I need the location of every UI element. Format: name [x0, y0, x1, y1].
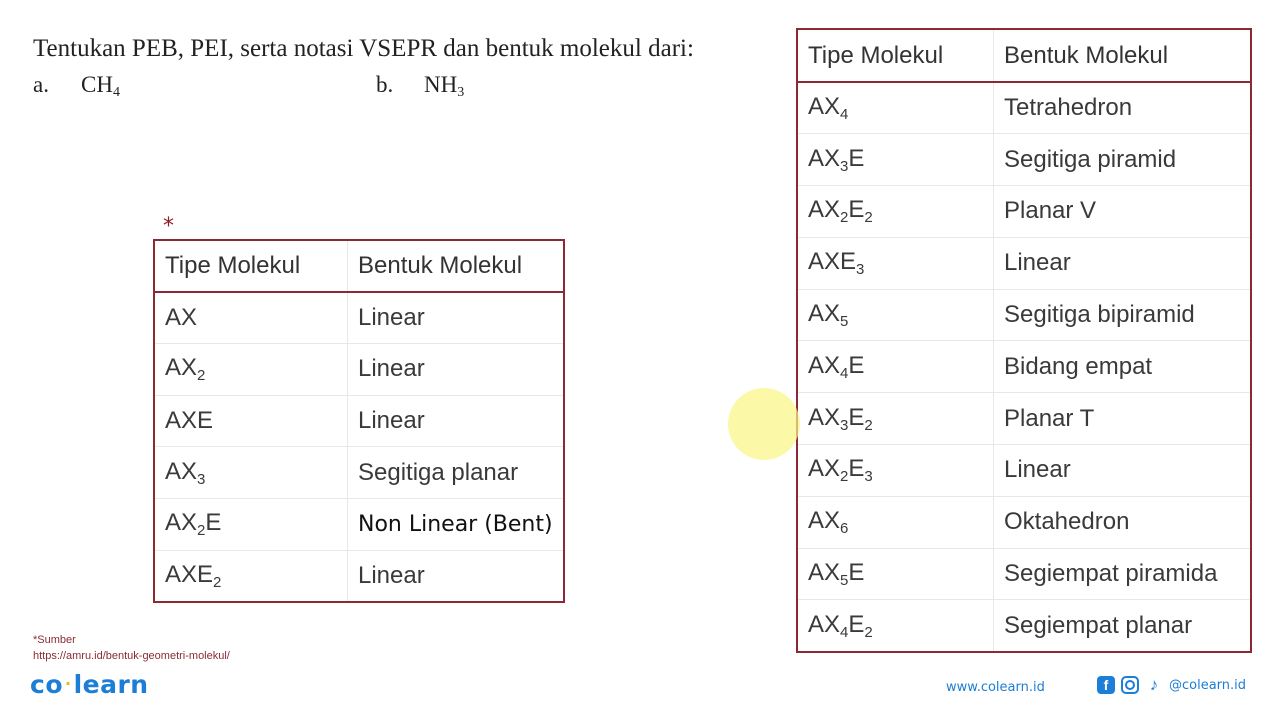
molecule-type-cell: AX2E3 [796, 444, 994, 497]
tiktok-icon[interactable]: ♪ [1145, 675, 1163, 694]
cursor-highlight [728, 388, 800, 460]
option-b-formula: NH [424, 72, 458, 97]
table-row: AX5 Segitiga bipiramid [796, 288, 1252, 342]
logo-part-co: co [30, 670, 63, 699]
molecule-shape-cell: Segitiga bipiramid [993, 288, 1252, 342]
table-row: AX3E2 Planar T [796, 392, 1252, 446]
table-row: AX2 Linear [153, 342, 565, 396]
molecule-type-cell: AX4 [796, 81, 994, 135]
website-link[interactable]: www.colearn.id [946, 680, 1045, 695]
molecule-type-cell: AX4E [796, 340, 994, 394]
molecule-shape-cell: Linear [993, 444, 1252, 497]
molecule-shape-cell: Tetrahedron [993, 81, 1252, 135]
option-b-label: b. [376, 72, 394, 97]
table-header-row: Tipe Molekul Bentuk Molekul [153, 239, 565, 293]
molecule-type-cell: AXE2 [153, 549, 348, 603]
source-url[interactable]: https://amru.id/bentuk-geometri-molekul/ [33, 648, 230, 664]
source-asterisk: * [163, 214, 174, 239]
table-row: AXE Linear [153, 394, 565, 448]
table-row: AX2E2 Planar V [796, 185, 1252, 238]
source-label: *Sumber [33, 634, 76, 646]
molecule-type-cell: AX2 [153, 342, 348, 396]
social-handle[interactable]: @colearn.id [1169, 678, 1246, 693]
molecule-type-cell: AX [153, 291, 348, 344]
facebook-icon[interactable]: f [1097, 676, 1115, 694]
molecule-shape-cell: Segitiga piramid [993, 133, 1252, 187]
table-row: AX4E Bidang empat [796, 340, 1252, 394]
molecule-type-cell: AX4E2 [796, 599, 994, 653]
molecule-type-cell: AX5 [796, 288, 994, 342]
molecule-shape-cell: Oktahedron [993, 495, 1252, 549]
vsepr-table-right: Tipe Molekul Bentuk Molekul AX4 Tetrahedr… [796, 28, 1252, 653]
instagram-icon[interactable] [1121, 676, 1139, 694]
molecule-shape-cell: Linear [347, 394, 565, 448]
molecule-type-cell: AX3E2 [796, 392, 994, 446]
logo-dot: · [65, 674, 72, 693]
molecule-shape-cell: Linear [347, 549, 565, 603]
table-row: AX6 Oktahedron [796, 495, 1252, 549]
table-row: AX2E3 Linear [796, 444, 1252, 497]
table-row: AXE3 Linear [796, 236, 1252, 290]
question-text: Tentukan PEB, PEI, serta notasi VSEPR da… [33, 35, 694, 62]
table-row: AX3 Segitiga planar [153, 446, 565, 499]
molecule-type-cell: AXE [153, 394, 348, 448]
table-row: AX3E Segitiga piramid [796, 133, 1252, 187]
table-row: AX2E Non Linear (Bent) [153, 497, 565, 551]
molecule-shape-cell: Segiempat planar [993, 599, 1252, 653]
colearn-logo: co ·learn [30, 670, 149, 699]
table-row: AX Linear [153, 291, 565, 344]
molecule-shape-cell: Linear [993, 236, 1252, 290]
molecule-shape-cell: Planar V [993, 185, 1252, 238]
source-note: *Sumber https://amru.id/bentuk-geometri-… [33, 632, 230, 664]
table-row: AX4E2 Segiempat planar [796, 599, 1252, 653]
vsepr-table-left: Tipe Molekul Bentuk Molekul AX Linear AX2 L… [153, 239, 565, 603]
option-b: b. NH3 [376, 72, 464, 101]
table-row: AX5E Segiempat piramida [796, 547, 1252, 601]
table-row: AXE2 Linear [153, 549, 565, 603]
logo-part-learn: learn [73, 670, 149, 699]
option-a-label: a. [33, 72, 49, 97]
molecule-shape-cell: Linear [347, 291, 565, 344]
molecule-shape-cell: Segiempat piramida [993, 547, 1252, 601]
molecule-type-cell: AX6 [796, 495, 994, 549]
molecule-shape-cell: Non Linear (Bent) [347, 497, 565, 551]
table-header-row: Tipe Molekul Bentuk Molekul [796, 28, 1252, 83]
molecule-type-cell: AX2E2 [796, 185, 994, 238]
molecule-shape-cell: Segitiga planar [347, 446, 565, 499]
molecule-type-cell: AX5E [796, 547, 994, 601]
header-bentuk-molekul: Bentuk Molekul [993, 28, 1252, 83]
header-tipe-molekul: Tipe Molekul [796, 28, 994, 83]
option-a-subscript: 4 [112, 85, 120, 100]
molecule-type-cell: AXE3 [796, 236, 994, 290]
table-row: AX4 Tetrahedron [796, 81, 1252, 135]
option-b-subscript: 3 [457, 85, 465, 100]
option-a-formula: CH [81, 72, 113, 97]
header-tipe-molekul: Tipe Molekul [153, 239, 348, 293]
molecule-type-cell: AX3E [796, 133, 994, 187]
molecule-shape-cell: Bidang empat [993, 340, 1252, 394]
option-a: a. CH4 [33, 72, 120, 101]
molecule-type-cell: AX3 [153, 446, 348, 499]
social-links: f ♪ @colearn.id [1097, 675, 1246, 694]
molecule-shape-cell: Linear [347, 342, 565, 396]
molecule-type-cell: AX2E [153, 497, 348, 551]
header-bentuk-molekul: Bentuk Molekul [347, 239, 565, 293]
molecule-shape-cell: Planar T [993, 392, 1252, 446]
